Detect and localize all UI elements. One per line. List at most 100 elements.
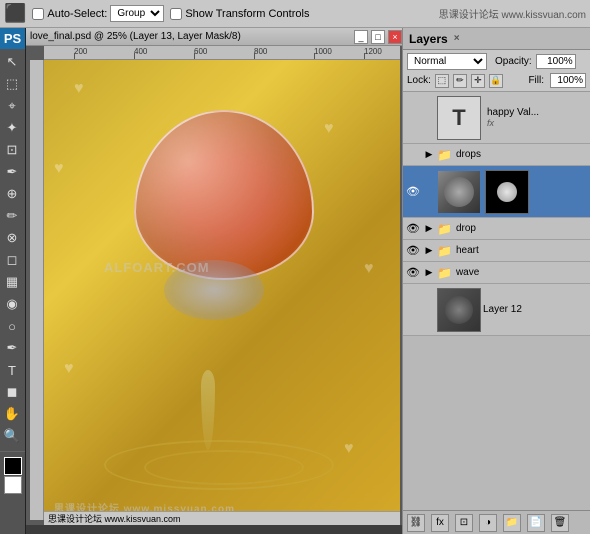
- hand-tool[interactable]: ✋: [0, 403, 24, 425]
- opacity-input[interactable]: [536, 54, 576, 69]
- ruler-mark-1200: 1200: [364, 47, 382, 56]
- ruler-tick: [74, 53, 75, 59]
- adjustment-button[interactable]: ◑: [479, 514, 497, 532]
- heart-shape: [124, 100, 324, 320]
- layer-row-layer12[interactable]: Layer 12: [403, 284, 590, 336]
- lock-all-icon[interactable]: 🔒: [489, 74, 503, 88]
- layers-tab-close[interactable]: ×: [454, 33, 460, 44]
- clone-tool[interactable]: ⊗: [0, 227, 24, 249]
- select-tool[interactable]: ⬚: [0, 73, 24, 95]
- layer-row-drop-group[interactable]: 👁 ▶ 📁 drop: [403, 218, 590, 240]
- auto-select-group: Auto-Select: Group: [32, 5, 164, 22]
- layer-expand-wave-group[interactable]: ▶: [423, 267, 435, 279]
- lock-transparency-icon[interactable]: ⬚: [435, 74, 449, 88]
- layer-row-wave-group[interactable]: 👁 ▶ 📁 wave: [403, 262, 590, 284]
- blur-tool[interactable]: ◉: [0, 293, 24, 315]
- layer-name-layer12: Layer 12: [483, 304, 588, 315]
- new-layer-button[interactable]: 📄: [527, 514, 545, 532]
- ruler-tick: [134, 53, 135, 59]
- fill-input[interactable]: [550, 73, 586, 88]
- opacity-label: Opacity:: [495, 56, 532, 67]
- layer-visibility-heart-group[interactable]: 👁: [405, 243, 421, 259]
- ruler-mark-600: 600: [194, 47, 207, 56]
- delete-layer-button[interactable]: 🗑: [551, 514, 569, 532]
- eyedropper-tool[interactable]: ✒: [0, 161, 24, 183]
- layer-visibility-drop-group[interactable]: 👁: [405, 221, 421, 237]
- ruler-tick: [194, 53, 195, 59]
- text-tool[interactable]: T: [0, 359, 24, 381]
- ruler-mark-1000: 1000: [314, 47, 332, 56]
- watermark-alfoart: ALFOART.COM: [104, 260, 210, 275]
- lasso-tool[interactable]: ⌖: [0, 95, 24, 117]
- layer-name-text: happy Val...: [487, 107, 588, 118]
- layer-row-text[interactable]: T happy Val... fx: [403, 92, 590, 144]
- layer-visibility-wave-group[interactable]: 👁: [405, 265, 421, 281]
- document-window: love_final.psd @ 25% (Layer 13, Layer Ma…: [26, 28, 406, 525]
- blend-mode-select[interactable]: Normal: [407, 53, 487, 70]
- layer-expand-drop-group[interactable]: ▶: [423, 223, 435, 235]
- minimize-button[interactable]: _: [354, 30, 368, 44]
- fill-label: Fill:: [528, 75, 544, 86]
- folder-icon-drop: 📁: [437, 222, 452, 236]
- document-title: love_final.psd @ 25% (Layer 13, Layer Ma…: [30, 31, 241, 42]
- gradient-tool[interactable]: ▦: [0, 271, 24, 293]
- bg-heart-1: ♥: [74, 80, 84, 98]
- ps-logo: PS: [0, 28, 25, 49]
- crop-tool[interactable]: ⊡: [0, 139, 24, 161]
- ruler-tick: [314, 53, 315, 59]
- heart-glass: [134, 110, 314, 280]
- close-button[interactable]: ×: [388, 30, 402, 44]
- auto-select-label: Auto-Select:: [47, 8, 107, 20]
- vertical-ruler: [30, 60, 44, 520]
- layer-visibility-text[interactable]: [405, 110, 421, 126]
- auto-select-checkbox[interactable]: [32, 8, 44, 20]
- layer-expand-layer12: [423, 304, 435, 316]
- layer-thumb-layer12: [437, 288, 481, 332]
- link-layers-button[interactable]: ⛓: [407, 514, 425, 532]
- shape-tool[interactable]: ◼: [0, 381, 24, 403]
- bg-heart-2: ♥: [324, 120, 334, 138]
- layer-row-drops-group[interactable]: ▶ 📁 drops: [403, 144, 590, 166]
- show-transform-checkbox[interactable]: [170, 8, 182, 20]
- zoom-tool[interactable]: 🔍: [0, 425, 24, 447]
- dodge-tool[interactable]: ○: [0, 315, 24, 337]
- water-drop: [201, 370, 215, 450]
- ruler-mark-800: 800: [254, 47, 267, 56]
- layer-expand-drops-group[interactable]: ▶: [423, 149, 435, 161]
- fx-button[interactable]: fx: [431, 514, 449, 532]
- folder-icon-wave: 📁: [437, 266, 452, 280]
- layer-expand-drops-image: [423, 186, 435, 198]
- magic-wand-tool[interactable]: ✦: [0, 117, 24, 139]
- ruler-mark-200: 200: [74, 47, 87, 56]
- ruler-tick: [364, 53, 365, 59]
- mask-button[interactable]: ⊡: [455, 514, 473, 532]
- move-tool[interactable]: ↖: [0, 51, 24, 73]
- layer-thumb-text: T: [437, 96, 481, 140]
- layer-mask-thumb: [485, 170, 529, 214]
- layer-expand-heart-group[interactable]: ▶: [423, 245, 435, 257]
- layer-name-heart-group: heart: [456, 245, 588, 256]
- window-controls: _ □ ×: [354, 30, 402, 44]
- brush-tool[interactable]: ✏: [0, 205, 24, 227]
- eraser-tool[interactable]: ◻: [0, 249, 24, 271]
- water-ripple-2: [144, 450, 304, 485]
- lock-position-icon[interactable]: ✛: [471, 74, 485, 88]
- layer-visibility-drops-image[interactable]: 👁: [405, 184, 421, 200]
- new-group-button[interactable]: 📁: [503, 514, 521, 532]
- healing-tool[interactable]: ⊕: [0, 183, 24, 205]
- auto-select-dropdown[interactable]: Group: [110, 5, 164, 22]
- layer-expand-text: [423, 112, 435, 124]
- horizontal-ruler: 200 400 600 800 1000 1200: [44, 46, 400, 60]
- document-titlebar: love_final.psd @ 25% (Layer 13, Layer Ma…: [26, 28, 406, 46]
- layer-name-wave-group: wave: [456, 267, 588, 278]
- layer-fx-text: fx: [487, 118, 588, 128]
- status-text: 思课设计论坛 www.kissvuan.com: [48, 512, 181, 525]
- layer-visibility-drops-group[interactable]: [405, 147, 421, 163]
- layer-visibility-layer12[interactable]: [405, 302, 421, 318]
- lock-pixels-icon[interactable]: ✏: [453, 74, 467, 88]
- maximize-button[interactable]: □: [371, 30, 385, 44]
- layer-row-heart-group[interactable]: 👁 ▶ 📁 heart: [403, 240, 590, 262]
- layer-row-drops-image[interactable]: 👁: [403, 166, 590, 218]
- pen-tool[interactable]: ✒: [0, 337, 24, 359]
- layers-footer: ⛓ fx ⊡ ◑ 📁 📄 🗑: [403, 510, 590, 534]
